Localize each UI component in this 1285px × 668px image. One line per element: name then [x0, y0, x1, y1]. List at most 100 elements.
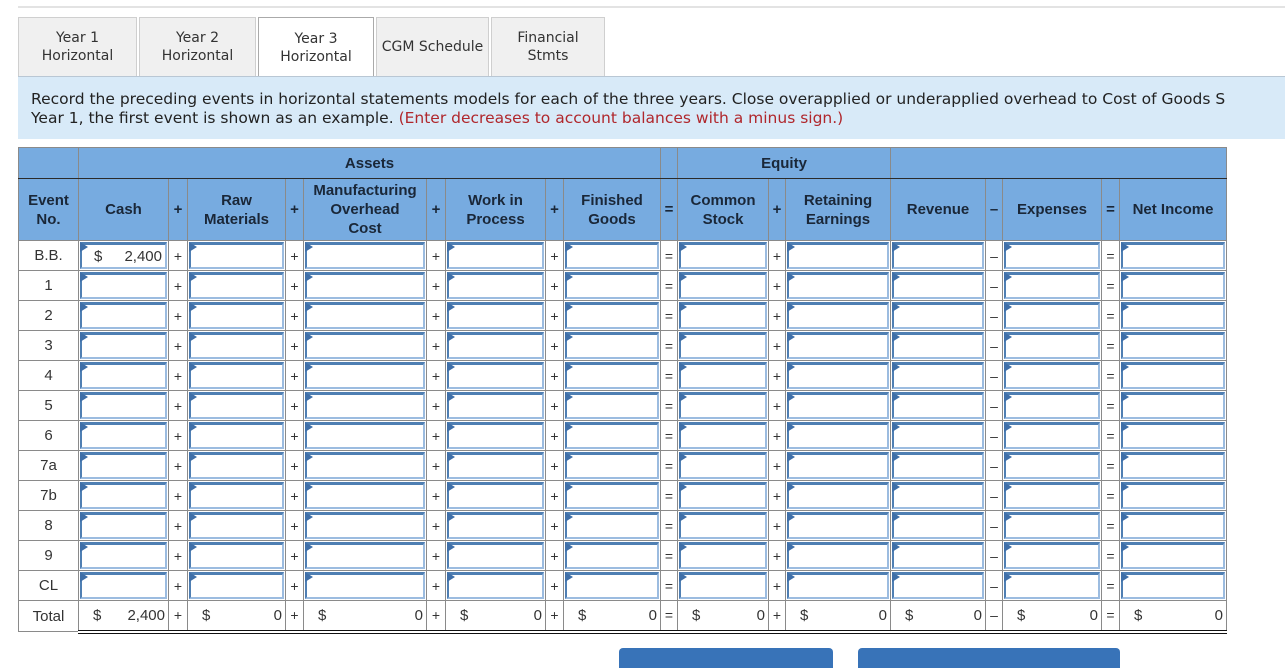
- revenue-input[interactable]: [892, 572, 984, 599]
- raw-materials-input[interactable]: [189, 542, 284, 569]
- re-input[interactable]: [787, 362, 889, 389]
- moh-input[interactable]: [305, 272, 425, 299]
- cash-input[interactable]: [80, 302, 167, 329]
- tab-year-2-horizontal[interactable]: Year 2 Horizontal: [139, 17, 256, 76]
- re-input[interactable]: [787, 422, 889, 449]
- revenue-input[interactable]: [892, 512, 984, 539]
- revenue-input[interactable]: [892, 452, 984, 479]
- revenue-input[interactable]: [892, 422, 984, 449]
- moh-input[interactable]: [305, 422, 425, 449]
- tab-financial-stmts[interactable]: Financial Stmts: [491, 17, 605, 76]
- cs-input[interactable]: [679, 302, 767, 329]
- raw-materials-input[interactable]: [189, 572, 284, 599]
- re-input[interactable]: [787, 482, 889, 509]
- cs-input[interactable]: [679, 422, 767, 449]
- raw-materials-input[interactable]: [189, 362, 284, 389]
- net-income-input[interactable]: [1121, 512, 1225, 539]
- fg-input[interactable]: [565, 452, 659, 479]
- cash-input[interactable]: [80, 482, 167, 509]
- moh-input[interactable]: [305, 572, 425, 599]
- expenses-input[interactable]: [1004, 422, 1100, 449]
- cash-input[interactable]: [80, 542, 167, 569]
- raw-materials-input[interactable]: [189, 332, 284, 359]
- cash-input[interactable]: [80, 422, 167, 449]
- re-input[interactable]: [787, 572, 889, 599]
- wip-input[interactable]: [447, 572, 544, 599]
- moh-input[interactable]: [305, 512, 425, 539]
- tab-year-1-horizontal[interactable]: Year 1 Horizontal: [18, 17, 137, 76]
- net-income-input[interactable]: [1121, 572, 1225, 599]
- wip-input[interactable]: [447, 242, 544, 269]
- moh-input[interactable]: [305, 452, 425, 479]
- net-income-input[interactable]: [1121, 332, 1225, 359]
- raw-materials-input[interactable]: [189, 272, 284, 299]
- raw-materials-input[interactable]: [189, 422, 284, 449]
- re-input[interactable]: [787, 242, 889, 269]
- moh-input[interactable]: [305, 482, 425, 509]
- fg-input[interactable]: [565, 482, 659, 509]
- moh-input[interactable]: [305, 362, 425, 389]
- fg-input[interactable]: [565, 242, 659, 269]
- moh-input[interactable]: [305, 302, 425, 329]
- raw-materials-input[interactable]: [189, 482, 284, 509]
- expenses-input[interactable]: [1004, 302, 1100, 329]
- prev-button[interactable]: [619, 648, 833, 668]
- net-income-input[interactable]: [1121, 302, 1225, 329]
- re-input[interactable]: [787, 302, 889, 329]
- wip-input[interactable]: [447, 452, 544, 479]
- fg-input[interactable]: [565, 362, 659, 389]
- tab-year-3-horizontal[interactable]: Year 3 Horizontal: [258, 17, 374, 77]
- cash-input[interactable]: [80, 452, 167, 479]
- wip-input[interactable]: [447, 362, 544, 389]
- wip-input[interactable]: [447, 332, 544, 359]
- cs-input[interactable]: [679, 392, 767, 419]
- wip-input[interactable]: [447, 302, 544, 329]
- cs-input[interactable]: [679, 542, 767, 569]
- wip-input[interactable]: [447, 392, 544, 419]
- revenue-input[interactable]: [892, 542, 984, 569]
- revenue-input[interactable]: [892, 332, 984, 359]
- net-income-input[interactable]: [1121, 452, 1225, 479]
- raw-materials-input[interactable]: [189, 512, 284, 539]
- net-income-input[interactable]: [1121, 272, 1225, 299]
- re-input[interactable]: [787, 542, 889, 569]
- wip-input[interactable]: [447, 542, 544, 569]
- net-income-input[interactable]: [1121, 422, 1225, 449]
- expenses-input[interactable]: [1004, 452, 1100, 479]
- net-income-input[interactable]: [1121, 362, 1225, 389]
- moh-input[interactable]: [305, 542, 425, 569]
- fg-input[interactable]: [565, 302, 659, 329]
- expenses-input[interactable]: [1004, 512, 1100, 539]
- cs-input[interactable]: [679, 482, 767, 509]
- cash-input[interactable]: $2,400: [80, 242, 167, 269]
- cs-input[interactable]: [679, 512, 767, 539]
- cs-input[interactable]: [679, 242, 767, 269]
- wip-input[interactable]: [447, 482, 544, 509]
- cs-input[interactable]: [679, 452, 767, 479]
- re-input[interactable]: [787, 452, 889, 479]
- revenue-input[interactable]: [892, 482, 984, 509]
- fg-input[interactable]: [565, 422, 659, 449]
- re-input[interactable]: [787, 332, 889, 359]
- re-input[interactable]: [787, 392, 889, 419]
- next-button[interactable]: [858, 648, 1120, 668]
- revenue-input[interactable]: [892, 362, 984, 389]
- cash-input[interactable]: [80, 272, 167, 299]
- moh-input[interactable]: [305, 392, 425, 419]
- re-input[interactable]: [787, 512, 889, 539]
- cash-input[interactable]: [80, 392, 167, 419]
- tab-cgm-schedule[interactable]: CGM Schedule: [376, 17, 489, 76]
- moh-input[interactable]: [305, 332, 425, 359]
- revenue-input[interactable]: [892, 272, 984, 299]
- net-income-input[interactable]: [1121, 242, 1225, 269]
- cs-input[interactable]: [679, 362, 767, 389]
- wip-input[interactable]: [447, 512, 544, 539]
- wip-input[interactable]: [447, 422, 544, 449]
- fg-input[interactable]: [565, 512, 659, 539]
- expenses-input[interactable]: [1004, 242, 1100, 269]
- cs-input[interactable]: [679, 572, 767, 599]
- fg-input[interactable]: [565, 272, 659, 299]
- fg-input[interactable]: [565, 542, 659, 569]
- expenses-input[interactable]: [1004, 482, 1100, 509]
- fg-input[interactable]: [565, 332, 659, 359]
